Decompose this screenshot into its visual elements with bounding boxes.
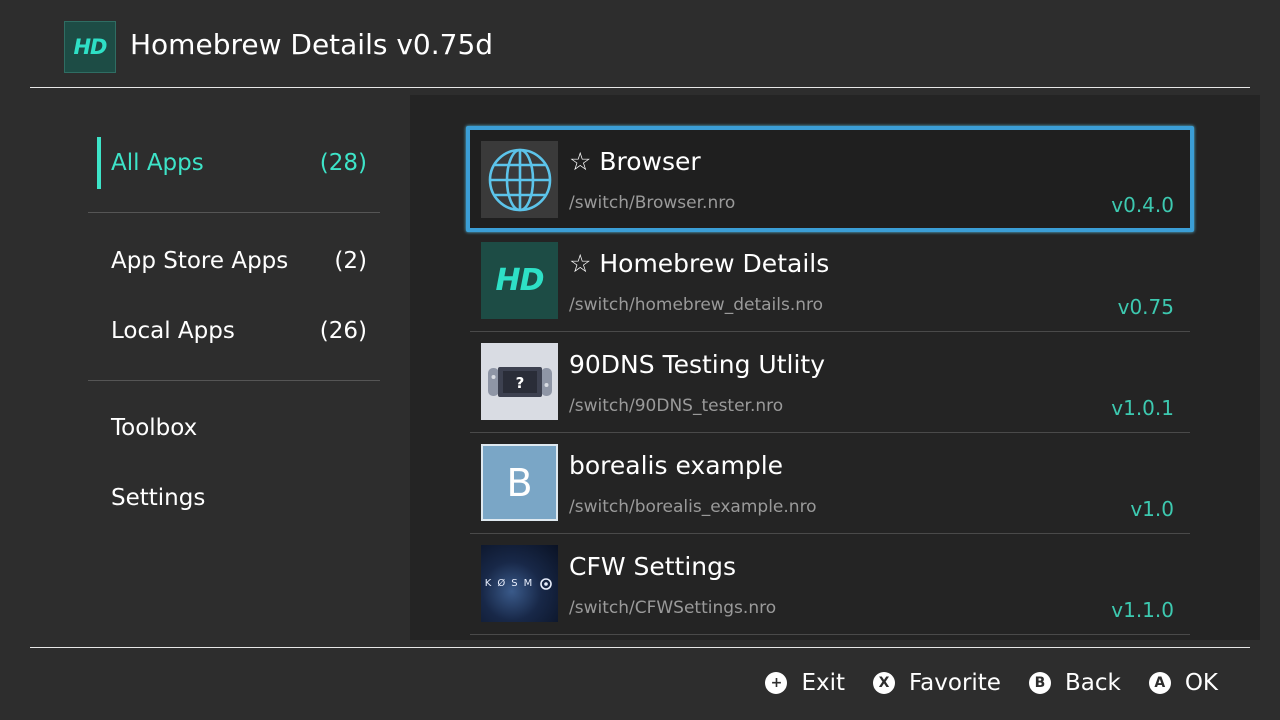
- app-logo-icon: HD: [64, 21, 116, 73]
- app-version: v0.4.0: [1111, 193, 1174, 217]
- app-window: HD Homebrew Details v0.75d All Apps (28)…: [0, 0, 1280, 720]
- hint-label: Exit: [801, 670, 846, 696]
- app-title: ☆ Homebrew Details: [569, 249, 830, 278]
- sidebar-item-toolbox[interactable]: Toolbox: [111, 408, 367, 448]
- app-version: v1.1.0: [1111, 598, 1174, 622]
- app-list-item-homebrew-details[interactable]: HD ☆ Homebrew Details /switch/homebrew_d…: [470, 231, 1190, 332]
- sidebar-item-settings[interactable]: Settings: [111, 478, 367, 518]
- sidebar-item-label: All Apps: [111, 150, 204, 176]
- hd-logo-icon: HD: [481, 242, 558, 319]
- app-title: CFW Settings: [569, 552, 737, 581]
- x-button-icon: X: [873, 672, 896, 694]
- sidebar-item-count: (26): [319, 318, 367, 344]
- exit-hint[interactable]: + Exit: [765, 670, 845, 696]
- svg-text:?: ?: [515, 374, 524, 392]
- app-list-item-borealis-example[interactable]: B borealis example /switch/borealis_exam…: [470, 433, 1190, 534]
- app-list-item-90dns[interactable]: ? 90DNS Testing Utlity /switch/90DNS_tes…: [470, 332, 1190, 433]
- app-path: /switch/CFWSettings.nro: [569, 598, 777, 618]
- app-title: 90DNS Testing Utlity: [569, 350, 826, 379]
- sidebar-item-all-apps[interactable]: All Apps (28): [111, 143, 367, 183]
- sidebar-divider: [88, 212, 380, 213]
- app-version: v1.0: [1130, 497, 1174, 521]
- kosmos-logo-text: KØSM: [484, 578, 539, 589]
- letter-b-text: B: [506, 460, 533, 505]
- a-button-icon: A: [1148, 672, 1171, 694]
- app-path: /switch/90DNS_tester.nro: [569, 396, 784, 416]
- back-hint[interactable]: B Back: [1028, 670, 1121, 696]
- page-title: Homebrew Details v0.75d: [130, 28, 494, 61]
- sidebar-item-count: (2): [334, 248, 367, 274]
- letter-b-icon: B: [481, 444, 558, 521]
- sidebar-item-label: Toolbox: [111, 415, 198, 441]
- gear-icon: [540, 577, 553, 590]
- sidebar-item-label: App Store Apps: [111, 248, 289, 274]
- footer-divider: [30, 647, 1250, 648]
- app-version: v1.0.1: [1111, 396, 1174, 420]
- button-hints: + Exit X Favorite B Back A OK: [737, 665, 1218, 701]
- active-indicator: [97, 137, 101, 189]
- hint-label: Favorite: [909, 670, 1001, 696]
- favorite-hint[interactable]: X Favorite: [873, 670, 1001, 696]
- ok-hint[interactable]: A OK: [1148, 670, 1218, 696]
- app-path: /switch/borealis_example.nro: [569, 497, 817, 517]
- app-path: /switch/homebrew_details.nro: [569, 295, 824, 315]
- sidebar-item-local-apps[interactable]: Local Apps (26): [111, 311, 367, 351]
- hint-label: Back: [1064, 670, 1121, 696]
- plus-button-icon: +: [765, 672, 788, 694]
- logo-text: HD: [73, 35, 107, 59]
- b-button-icon: B: [1028, 672, 1051, 694]
- app-list-item-browser[interactable]: ☆ Browser /switch/Browser.nro v0.4.0: [466, 126, 1194, 232]
- header-divider: [30, 87, 1250, 88]
- sidebar-item-app-store-apps[interactable]: App Store Apps (2): [111, 241, 367, 281]
- app-version: v0.75: [1117, 295, 1174, 319]
- switch-console-icon: ?: [481, 343, 558, 420]
- app-path: /switch/Browser.nro: [569, 193, 736, 213]
- hint-label: OK: [1184, 670, 1218, 696]
- sidebar-divider: [88, 380, 380, 381]
- app-title: borealis example: [569, 451, 784, 480]
- app-title: ☆ Browser: [569, 147, 701, 176]
- sidebar-item-count: (28): [319, 150, 367, 176]
- hd-logo-text: HD: [495, 263, 544, 298]
- sidebar-item-label: Local Apps: [111, 318, 235, 344]
- app-list-item-cfw-settings[interactable]: KØSM CFW Settings /switch/CFWSettings.nr…: [470, 534, 1190, 635]
- globe-icon: [481, 141, 558, 218]
- sidebar-item-label: Settings: [111, 485, 206, 511]
- kosmos-icon: KØSM: [481, 545, 558, 622]
